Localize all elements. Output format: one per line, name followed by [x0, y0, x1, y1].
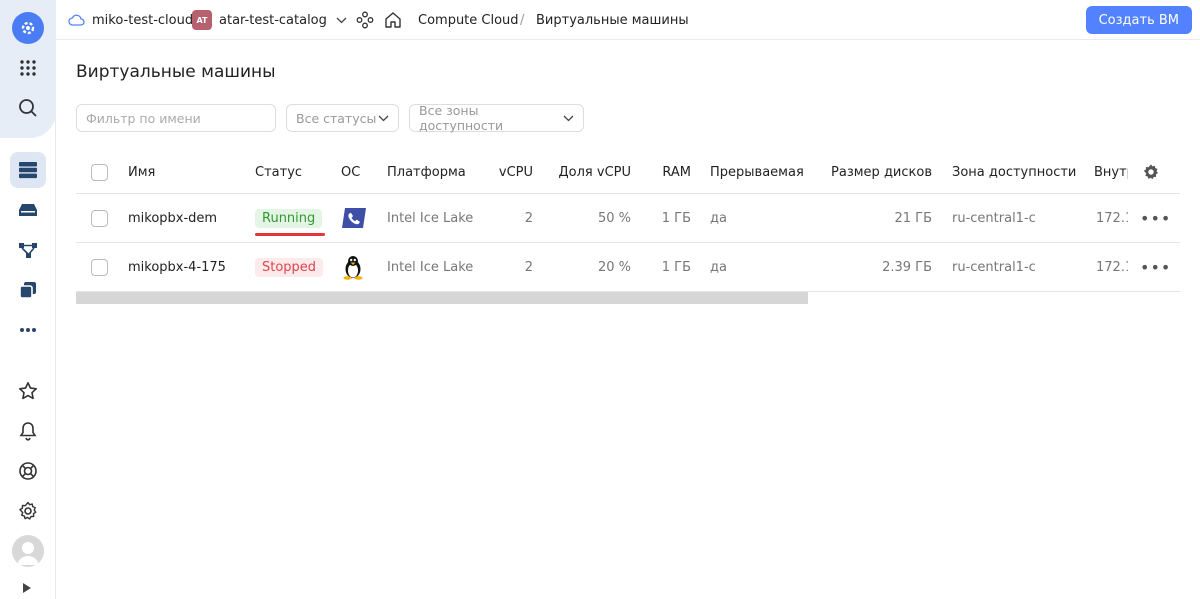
status-badge: Stopped [255, 243, 324, 291]
vm-name[interactable]: mikopbx-4-175 [128, 243, 226, 291]
zone-filter-value: Все зоны доступности [419, 103, 504, 133]
column-header-preemptible[interactable]: Прерываемая [710, 152, 804, 192]
column-header-platform[interactable]: Платформа [387, 152, 466, 192]
settings-gear-icon[interactable] [10, 493, 46, 529]
vcpu: 2 [524, 210, 533, 226]
table-row[interactable]: mikopbx-dem Running Intel Ice Lake 2 50 … [76, 194, 1180, 243]
virtual-machines-icon[interactable] [10, 152, 46, 188]
column-header-ram[interactable]: RAM [646, 152, 691, 192]
platform: Intel Ice Lake [387, 210, 474, 226]
home-icon[interactable] [384, 0, 402, 40]
table-settings-gear-icon[interactable] [1142, 152, 1160, 192]
cloud-icon [68, 14, 85, 26]
support-lifebuoy-icon[interactable] [10, 453, 46, 489]
column-header-disk-size[interactable]: Размер дисков [816, 152, 932, 192]
top-header: miko-test-cloud AT atar-test-catalog Com… [56, 0, 1200, 40]
status-highlight-underline [255, 233, 325, 236]
status-filter-select[interactable]: Все статусы [286, 104, 399, 132]
column-header-zone[interactable]: Зона доступности [952, 152, 1076, 192]
network-icon[interactable] [10, 232, 46, 268]
zone-filter-select[interactable]: Все зоны доступности [409, 103, 584, 133]
row-actions-menu-icon[interactable]: ••• [1140, 194, 1171, 242]
internal-ip: 172.1 [1096, 210, 1128, 226]
preemptible: да [710, 210, 727, 226]
folder-selector[interactable]: AT atar-test-catalog [192, 0, 347, 40]
table-row[interactable]: mikopbx-4-175 Stopped Intel Ice Lake 2 2… [76, 243, 1180, 292]
column-header-internal-ip[interactable]: Внутр [1094, 152, 1128, 192]
select-all-checkbox[interactable] [91, 152, 108, 192]
disks-icon[interactable] [10, 192, 46, 228]
availability-zone: ru-central1-c [952, 210, 1036, 226]
name-filter-input[interactable]: Фильтр по имени [76, 104, 276, 132]
chevron-down-icon [563, 115, 574, 122]
avatar[interactable] [12, 535, 44, 567]
availability-zone: ru-central1-c [952, 259, 1036, 275]
row-checkbox[interactable] [91, 194, 108, 242]
vcpu: 2 [524, 259, 533, 275]
left-rail [0, 0, 56, 599]
row-checkbox[interactable] [91, 243, 108, 291]
column-header-status[interactable]: Статус [255, 152, 302, 192]
folder-name: atar-test-catalog [219, 12, 327, 28]
page-title: Виртуальные машины [76, 62, 276, 82]
preemptible: да [710, 259, 727, 275]
platform: Intel Ice Lake [387, 259, 474, 275]
linux-penguin-icon [341, 243, 365, 291]
vm-name[interactable]: mikopbx-dem [128, 194, 217, 242]
cloud-name: miko-test-cloud [92, 12, 194, 28]
breadcrumb-separator: / [520, 12, 525, 28]
notifications-bell-icon[interactable] [10, 413, 46, 449]
ram: 1 ГБ [661, 210, 691, 226]
horizontal-scrollbar[interactable] [76, 292, 808, 304]
cloud-breadcrumb[interactable]: miko-test-cloud [68, 0, 193, 40]
services-grid-icon[interactable] [10, 50, 46, 86]
column-header-name[interactable]: Имя [128, 152, 155, 192]
phone-os-icon [341, 194, 367, 242]
folder-badge: AT [192, 10, 212, 30]
breadcrumb-service[interactable]: Compute Cloud [418, 0, 519, 40]
images-icon[interactable] [10, 272, 46, 308]
ram: 1 ГБ [661, 259, 691, 275]
create-vm-button[interactable]: Создать ВМ [1085, 6, 1192, 34]
expand-rail-icon[interactable] [22, 582, 32, 598]
disk-size: 2.39 ГБ [882, 259, 932, 275]
search-icon[interactable] [10, 90, 46, 126]
status-filter-value: Все статусы [296, 110, 377, 126]
table-header-row: Имя Статус ОС Платформа vCPU Доля vCPU R… [76, 152, 1180, 194]
disk-size: 21 ГБ [894, 210, 932, 226]
yandex-cloud-logo-icon[interactable] [12, 12, 44, 44]
chevron-down-icon [378, 115, 389, 122]
chevron-down-icon [336, 17, 347, 24]
column-header-vcpu[interactable]: vCPU [486, 152, 533, 192]
row-actions-menu-icon[interactable]: ••• [1140, 243, 1171, 291]
column-header-cpu-share[interactable]: Доля vCPU [546, 152, 632, 192]
cpu-share: 50 % [597, 210, 631, 226]
cpu-share: 20 % [597, 259, 631, 275]
column-header-os[interactable]: ОС [341, 152, 360, 192]
favorites-star-icon[interactable] [10, 373, 46, 409]
internal-ip: 172.1 [1096, 259, 1128, 275]
more-icon[interactable] [10, 312, 46, 348]
folder-graph-icon[interactable] [356, 0, 374, 40]
breadcrumb-current-page: Виртуальные машины [536, 12, 689, 28]
status-badge-text: Running [255, 208, 323, 228]
status-badge-text: Stopped [255, 257, 324, 277]
